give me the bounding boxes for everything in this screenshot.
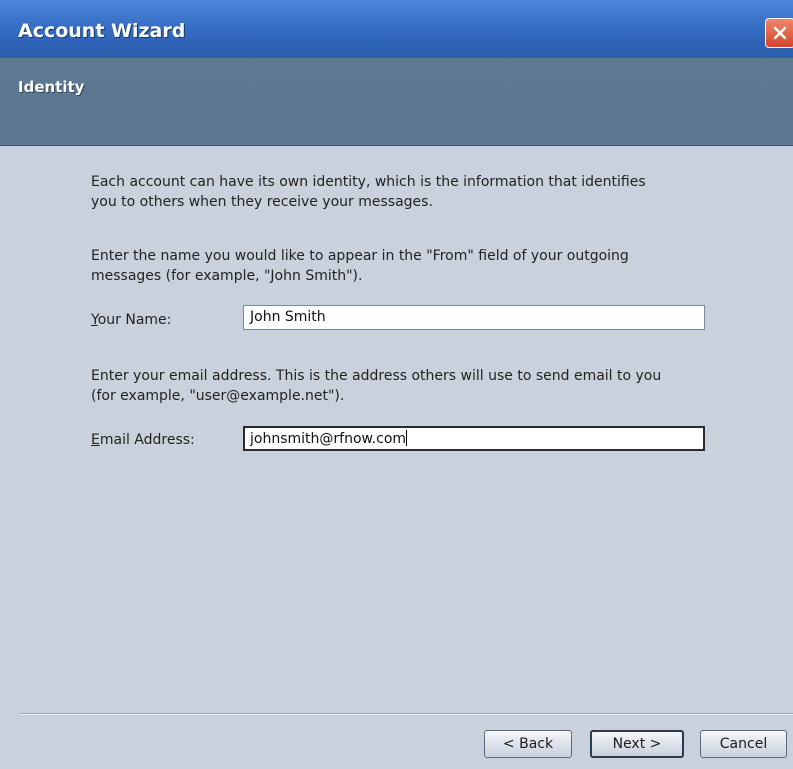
intro-text-line: you to others when they receive your mes… (91, 194, 433, 210)
email-instruction-line: Enter your email address. This is the ad… (91, 368, 662, 384)
cancel-button[interactable]: Cancel (700, 730, 787, 758)
your-name-label-text: our Name: (97, 312, 172, 328)
account-wizard-window: Account Wizard Identity Each account can… (0, 0, 793, 769)
name-instruction-line: messages (for example, "John Smith"). (91, 268, 363, 284)
email-address-mnemonic: E (91, 432, 100, 448)
intro-text: Each account can have its own identity, … (91, 172, 731, 212)
your-name-mnemonic: Y (91, 312, 98, 328)
your-name-label: Your Name: (91, 312, 171, 328)
email-address-value: johnsmith@rfnow.com (250, 431, 407, 447)
your-name-value: John Smith (250, 309, 326, 325)
header-divider (0, 145, 793, 146)
intro-text-line: Each account can have its own identity, … (91, 174, 646, 190)
email-instruction: Enter your email address. This is the ad… (91, 366, 731, 406)
email-address-input[interactable]: johnsmith@rfnow.com (243, 426, 705, 451)
your-name-input[interactable]: John Smith (243, 305, 705, 330)
wizard-page-header: Identity (0, 58, 793, 145)
close-x-icon (773, 26, 787, 40)
page-title: Identity (18, 78, 85, 96)
email-address-label: Email Address: (91, 432, 195, 448)
email-instruction-line: (for example, "user@example.net"). (91, 388, 345, 404)
close-button[interactable] (765, 18, 793, 48)
email-address-label-text: mail Address: (99, 432, 195, 448)
name-instruction: Enter the name you would like to appear … (91, 246, 731, 286)
window-title: Account Wizard (18, 20, 186, 42)
next-button[interactable]: Next > (590, 730, 684, 758)
name-instruction-line: Enter the name you would like to appear … (91, 248, 629, 264)
text-caret (406, 430, 408, 446)
title-bar[interactable]: Account Wizard (0, 0, 793, 58)
back-button[interactable]: < Back (484, 730, 572, 758)
footer-divider-highlight (20, 714, 793, 715)
